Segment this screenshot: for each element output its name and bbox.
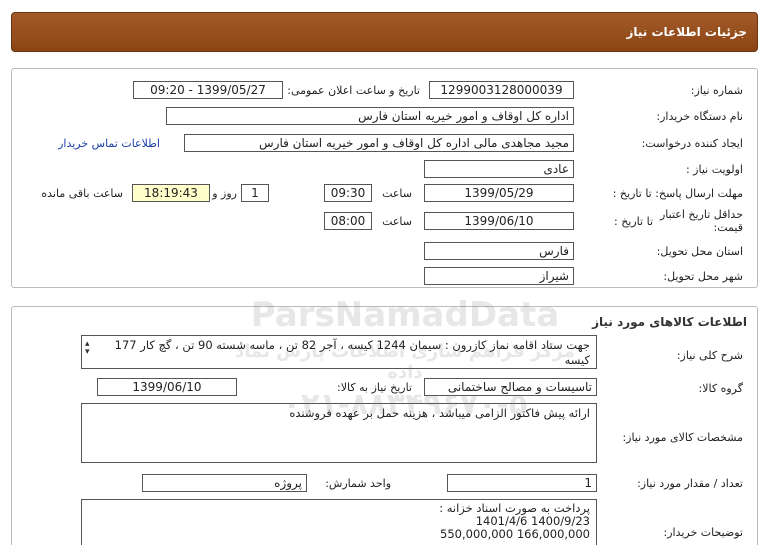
unit-label: واحد شمارش:: [325, 477, 391, 490]
need-details-page: جزئیات اطلاعات نیاز شماره نیاز: 12990031…: [0, 0, 770, 545]
specs-label: مشخصات کالای مورد نیاز:: [622, 431, 743, 444]
city-field: شیراز: [424, 267, 574, 285]
need-date-field: 1399/06/10: [97, 378, 237, 396]
unit-field: پروژه: [142, 474, 307, 492]
price-validity-label-2: قیمت:: [713, 221, 743, 234]
days-field: 1: [241, 184, 269, 202]
announce-label: تاریخ و ساعت اعلان عمومی:: [287, 84, 420, 97]
buyer-org-field: اداره کل اوقاف و امور خیریه استان فارس: [166, 107, 574, 125]
city-label: شهر محل تحویل:: [663, 270, 743, 283]
requester-field: مجید مجاهدی مالی اداره کل اوقاف و امور خ…: [184, 134, 574, 152]
resize-scroll-icon[interactable]: ▴ ▾: [85, 340, 90, 357]
need-date-label: تاریخ نیاز به کالا:: [337, 381, 412, 394]
quantity-label: تعداد / مقدار مورد نیاز:: [637, 477, 743, 490]
reply-date-field: 1399/05/29: [424, 184, 574, 202]
group-field: تاسیسات و مصالح ساختمانی: [424, 378, 597, 396]
buyer-notes-label: توضیحات خریدار:: [663, 526, 744, 539]
buyer-org-label: نام دستگاه خریدار:: [656, 110, 743, 123]
until-date-label: تا تاریخ :: [614, 215, 653, 228]
description-label: شرح کلی نیاز:: [676, 349, 743, 362]
remaining-time-field: 18:19:43: [132, 184, 210, 202]
remaining-label: ساعت باقی مانده: [41, 187, 123, 200]
reply-deadline-label: مهلت ارسال پاسخ: تا تاریخ :: [612, 187, 743, 200]
requester-label: ایجاد کننده درخواست:: [641, 137, 743, 150]
group-label: گروه کالا:: [698, 382, 743, 395]
need-number-field: 1299003128000039: [429, 81, 574, 99]
specs-field: ارائه پیش فاکتور الزامی میباشد ، هزینه ح…: [81, 403, 597, 463]
page-title: جزئیات اطلاعات نیاز: [626, 25, 747, 39]
priority-field: عادی: [424, 160, 574, 178]
need-number-label: شماره نیاز:: [690, 84, 743, 97]
buyer-contact-link[interactable]: اطلاعات تماس خریدار: [58, 137, 160, 150]
quantity-field: 1: [447, 474, 597, 492]
province-label: استان محل تحویل:: [656, 245, 743, 258]
description-text: جهت ستاد اقامه نماز کازرون : سیمان 1244 …: [114, 338, 590, 367]
need-details-panel: شماره نیاز: 1299003128000039 تاریخ و ساع…: [11, 68, 758, 288]
validity-time-label: ساعت: [382, 215, 412, 228]
goods-panel-title: اطلاعات کالاهای مورد نیاز: [592, 315, 747, 329]
page-header: جزئیات اطلاعات نیاز: [11, 12, 758, 52]
validity-date-field: 1399/06/10: [424, 212, 574, 230]
goods-panel: اطلاعات کالاهای مورد نیاز شرح کلی نیاز: …: [11, 306, 758, 545]
announce-field: 1399/05/27 - 09:20: [133, 81, 283, 99]
buyer-notes-line-3: 550,000,000 166,000,000: [440, 527, 590, 541]
price-validity-label-1: حداقل تاریخ اعتبار: [659, 208, 743, 221]
reply-time-label: ساعت: [382, 187, 412, 200]
buyer-notes-field: پرداخت به صورت اسناد خزانه : 1401/4/6 14…: [81, 499, 597, 545]
validity-time-field: 08:00: [324, 212, 372, 230]
reply-time-field: 09:30: [324, 184, 372, 202]
priority-label: اولویت نیاز :: [685, 163, 743, 176]
province-field: فارس: [424, 242, 574, 260]
days-label: روز و: [212, 187, 237, 200]
description-field: جهت ستاد اقامه نماز کازرون : سیمان 1244 …: [81, 335, 597, 369]
